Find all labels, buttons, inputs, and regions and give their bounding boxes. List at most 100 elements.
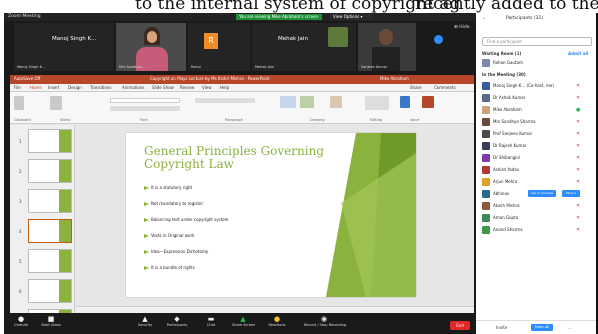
sharing-screen-banner[interactable]: You are viewing Mike Abraham's screen xyxy=(236,14,322,20)
participant-row[interactable]: Akash Mishra ✕ xyxy=(482,201,594,211)
participant-row[interactable]: Mrs Sandhya Sharma ✕ xyxy=(482,117,594,127)
user-name[interactable]: Mike Abraham xyxy=(380,76,409,81)
participant-label: Mehak Jain xyxy=(255,65,275,69)
avatar xyxy=(482,106,490,114)
participant-row[interactable]: Rohan Gautam xyxy=(482,58,594,68)
strip-toggle[interactable]: ⊞ Hide xyxy=(454,25,469,30)
slide-thumbnail[interactable] xyxy=(28,279,72,303)
person-face xyxy=(147,31,157,43)
video-tile[interactable]: Sanjeev Kumar xyxy=(358,23,416,71)
ppt-title-bar: AutoSave Off Copyright on Plays Lecture … xyxy=(10,75,474,84)
autosave-label[interactable]: AutoSave Off xyxy=(14,76,40,81)
video-tile[interactable]: Manoj Singh K... Manoj Singh K... xyxy=(14,23,114,71)
slide-thumbnail[interactable] xyxy=(28,159,72,183)
video-tile[interactable]: Mehak Jain Mehak Jain xyxy=(252,23,356,71)
shapes-icon[interactable] xyxy=(300,96,314,108)
participant-row[interactable]: Dr Shibangini ✕ xyxy=(482,153,594,163)
camera-icon: ■ xyxy=(47,315,55,323)
waiting-room-header[interactable]: Waiting Room (1) xyxy=(482,51,521,56)
participant-row[interactable]: Prof Sanjeev Kumar ✕ xyxy=(482,129,594,139)
dictate-icon[interactable] xyxy=(400,96,410,108)
slide-number: 5 xyxy=(19,259,22,264)
font-format-buttons[interactable] xyxy=(110,106,180,111)
view-options-button[interactable]: View Options ▾ xyxy=(330,14,372,20)
more-button[interactable]: More ▾ xyxy=(562,190,580,197)
ask-to-unmute-button[interactable]: Ask to Unmute xyxy=(528,190,556,197)
designer-icon[interactable] xyxy=(422,96,434,108)
meeting-top-bar: Zoom Meeting You are viewing Mike Abraha… xyxy=(4,13,476,21)
panel-more-button[interactable]: ... xyxy=(568,325,572,330)
tab-help[interactable]: Help xyxy=(220,85,229,90)
tab-transitions[interactable]: Transitions xyxy=(90,85,111,90)
video-tile[interactable]: Mrs Sandhya... xyxy=(116,23,186,71)
slide-thumbnail-selected[interactable] xyxy=(28,219,72,243)
mute-button[interactable]: ● Unmute xyxy=(10,315,32,327)
slide-bullet: Not mandatory to register xyxy=(144,201,203,206)
paragraph-buttons[interactable] xyxy=(195,98,255,103)
mute-all-button[interactable]: Mute All xyxy=(531,324,553,331)
convert-icon[interactable] xyxy=(280,96,296,108)
participants-button[interactable]: ◆ Participants xyxy=(166,315,188,327)
end-meeting-button[interactable]: End xyxy=(450,321,470,330)
avatar xyxy=(482,94,490,102)
participant-row[interactable]: Anand Sharma ✕ xyxy=(482,225,594,235)
slide-bullet: Balancing test under copyright system xyxy=(144,217,229,222)
group-label: Drawing xyxy=(310,118,325,122)
new-slide-icon[interactable] xyxy=(50,96,62,110)
person-face xyxy=(379,29,393,45)
stop-video-button[interactable]: ■ Start Video xyxy=(40,315,62,327)
recording-button[interactable]: ◉ Record / Stop Recording xyxy=(304,315,346,327)
slide-thumbnail[interactable] xyxy=(28,189,72,213)
security-button[interactable]: ▲ Security xyxy=(134,315,156,327)
meeting-info[interactable]: Zoom Meeting xyxy=(8,14,41,19)
chevron-down-icon[interactable]: ⌄ xyxy=(482,16,486,21)
avatar xyxy=(482,226,490,234)
invite-button[interactable]: Invite xyxy=(496,325,507,330)
tab-view[interactable]: View xyxy=(202,85,212,90)
share-screen-button[interactable]: ▲ Share Screen xyxy=(232,315,255,327)
avatar xyxy=(482,118,490,126)
slide-thumbnail[interactable] xyxy=(28,129,72,153)
avatar xyxy=(482,59,490,67)
microphone-muted-icon: ✕ xyxy=(576,167,581,173)
tab-home[interactable]: Home xyxy=(30,85,42,90)
group-label: Clipboard xyxy=(14,118,31,122)
participants-panel: ⌄ Participants (31) Find a participant W… xyxy=(476,13,598,334)
paste-icon[interactable] xyxy=(14,96,24,110)
tab-insert[interactable]: Insert xyxy=(48,85,59,90)
arrange-icon[interactable] xyxy=(330,96,342,108)
powerpoint-window: AutoSave Off Copyright on Plays Lecture … xyxy=(10,75,474,333)
participant-search-input[interactable]: Find a participant xyxy=(482,37,592,46)
slide-thumbnail[interactable] xyxy=(28,249,72,273)
editing-buttons[interactable] xyxy=(365,96,389,110)
participant-row[interactable]: Arjun Mehra ✕ xyxy=(482,177,594,187)
font-selector[interactable] xyxy=(110,98,180,103)
participant-row[interactable]: Dr Rajesh Kumar ✕ xyxy=(482,141,594,151)
participant-name: Manoj Singh K... xyxy=(52,36,97,42)
zoom-window: Zoom Meeting You are viewing Mike Abraha… xyxy=(4,13,598,334)
meeting-controls: ● Unmute ■ Start Video ▲ Security ◆ Particip… xyxy=(4,313,476,334)
reactions-button[interactable]: ● Reactions xyxy=(266,315,288,327)
slide-canvas[interactable]: General Principles Governing Copyright L… xyxy=(126,133,416,297)
participant-row[interactable]: Dr Ashok Kumar ✕ xyxy=(482,93,594,103)
participant-row[interactable]: Aman Gupta ✕ xyxy=(482,213,594,223)
comments-button[interactable]: Comments xyxy=(434,85,456,90)
slide-number: 4 xyxy=(19,229,22,234)
microphone-muted-icon: ✕ xyxy=(576,119,581,125)
video-tile[interactable]: R Rahul xyxy=(188,23,250,71)
tab-slide-show[interactable]: Slide Show xyxy=(152,85,174,90)
participant-row[interactable]: Ashish Yadav ✕ xyxy=(482,165,594,175)
microphone-muted-icon: ✕ xyxy=(576,95,581,101)
share-button[interactable]: Share xyxy=(410,85,422,90)
participant-row[interactable]: Abhinav Ask to Unmute More ▾ xyxy=(482,189,594,199)
chat-button[interactable]: ▬ Chat xyxy=(200,315,222,327)
tab-animations[interactable]: Animations xyxy=(122,85,144,90)
tab-review[interactable]: Review xyxy=(180,85,194,90)
tab-file[interactable]: File xyxy=(14,85,21,90)
participant-row[interactable]: Mike Abraham ● xyxy=(482,105,594,115)
admit-all-button[interactable]: Admit all xyxy=(568,51,588,56)
participant-label: Sanjeev Kumar xyxy=(361,65,388,69)
tab-design[interactable]: Design xyxy=(68,85,82,90)
participant-row[interactable]: Manoj Singh K... (Co-host, me) ✕ xyxy=(482,81,594,91)
profile-icon[interactable] xyxy=(434,35,443,44)
